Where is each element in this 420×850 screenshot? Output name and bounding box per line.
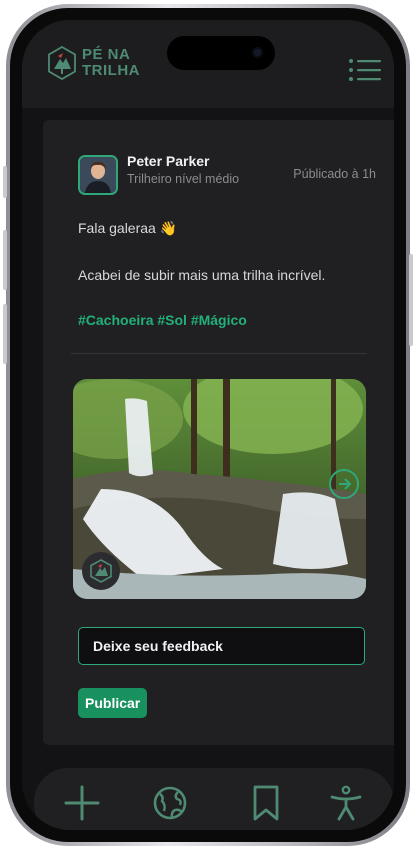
post-card: Peter Parker Trilheiro nível médio Públi… [43, 120, 394, 745]
post-greeting: Fala galeraa 👋 [78, 220, 178, 236]
accessibility-icon[interactable] [328, 785, 364, 821]
post-hashtags[interactable]: #Cachoeira #Sol #Mágico [78, 312, 247, 328]
next-arrow-icon[interactable] [328, 468, 360, 500]
logo-line-2: TRILHA [82, 62, 140, 79]
avatar[interactable] [78, 155, 118, 195]
publish-button[interactable]: Publicar [78, 688, 148, 718]
app-title: PÉ NA TRILHA [82, 47, 140, 79]
author-level: Trilheiro nível médio [127, 172, 240, 186]
mountain-logo-icon [48, 46, 76, 80]
logo-line-1: PÉ NA [82, 46, 131, 63]
dynamic-island [167, 36, 275, 70]
app-logo[interactable]: PÉ NA TRILHA [48, 46, 140, 80]
phone-frame: PÉ NA TRILHA Peter Parker Trilheiro níve… [3, 4, 413, 846]
map-pin-icon[interactable] [82, 552, 120, 590]
volume-up-button [3, 230, 7, 290]
post-timestamp: Públicado à 1h [293, 167, 376, 181]
bottom-tab-bar [34, 768, 394, 830]
divider [71, 353, 367, 354]
add-icon[interactable] [64, 785, 100, 821]
user-photo-icon [80, 157, 116, 193]
hamburger-menu-icon[interactable] [348, 58, 382, 82]
mute-switch [3, 166, 7, 198]
author-name[interactable]: Peter Parker [127, 153, 210, 169]
app-screen: PÉ NA TRILHA Peter Parker Trilheiro níve… [22, 20, 394, 830]
globe-icon[interactable] [152, 785, 188, 821]
app-header: PÉ NA TRILHA [22, 20, 394, 108]
post-body: Acabei de subir mais uma trilha incrível… [78, 267, 326, 283]
power-button [409, 254, 413, 346]
bookmark-icon[interactable] [248, 785, 284, 821]
post-image[interactable] [73, 379, 366, 599]
volume-down-button [3, 304, 7, 364]
feedback-input[interactable] [78, 627, 365, 665]
camera-icon [252, 47, 263, 58]
